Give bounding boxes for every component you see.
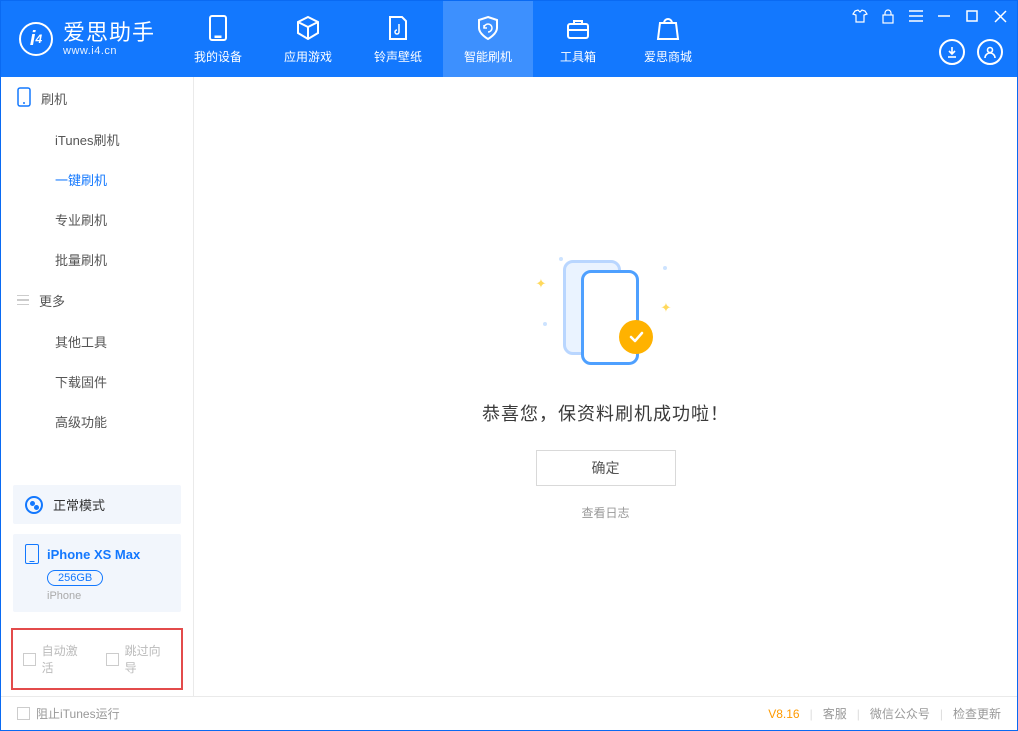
- section-label: 刷机: [41, 89, 67, 108]
- highlighted-checkbox-row: 自动激活 跳过向导: [11, 628, 183, 690]
- app-subtitle: www.i4.cn: [63, 45, 155, 57]
- sidebar-item-other-tools[interactable]: 其他工具: [1, 321, 193, 361]
- list-icon: [17, 295, 29, 306]
- check-update-link[interactable]: 检查更新: [953, 705, 1001, 722]
- nav-label: 工具箱: [560, 48, 596, 65]
- main-content: ✦ ✦ 恭喜您，保资料刷机成功啦！ 确定 查看日志: [194, 77, 1017, 696]
- device-storage-badge: 256GB: [47, 570, 103, 586]
- nav-label: 爱思商城: [644, 48, 692, 65]
- nav-toolbox[interactable]: 工具箱: [533, 1, 623, 77]
- checkbox-icon: [17, 707, 30, 720]
- toolbox-icon: [564, 14, 592, 42]
- success-illustration: ✦ ✦: [531, 252, 681, 372]
- checkbox-label: 跳过向导: [125, 642, 171, 676]
- logo-block: i4 爱思助手 www.i4.cn: [1, 1, 173, 77]
- tshirt-icon[interactable]: [851, 7, 869, 25]
- checkbox-icon: [23, 653, 36, 666]
- nav-label: 智能刷机: [464, 48, 512, 65]
- sparkle-icon: ✦: [536, 276, 547, 292]
- user-icon[interactable]: [977, 39, 1003, 65]
- checkbox-label: 自动激活: [42, 642, 88, 676]
- close-icon[interactable]: [991, 7, 1009, 25]
- app-title: 爱思助手: [63, 21, 155, 45]
- nav-label: 铃声壁纸: [374, 48, 422, 65]
- checkbox-label: 阻止iTunes运行: [36, 705, 120, 722]
- menu-icon[interactable]: [907, 7, 925, 25]
- header: i4 爱思助手 www.i4.cn 我的设备 应用游戏 铃声壁纸 智能刷机: [1, 1, 1017, 77]
- device-name: iPhone XS Max: [47, 547, 140, 562]
- checkbox-auto-activate[interactable]: 自动激活: [23, 642, 88, 676]
- success-message: 恭喜您，保资料刷机成功啦！: [482, 400, 729, 426]
- section-label: 更多: [39, 291, 65, 310]
- checkbox-skip-guide[interactable]: 跳过向导: [106, 642, 171, 676]
- header-right-icons: [939, 39, 1003, 65]
- mode-icon: [25, 496, 43, 514]
- device-type: iPhone: [47, 590, 169, 602]
- statusbar: 阻止iTunes运行 V8.16 | 客服 | 微信公众号 | 检查更新: [1, 696, 1017, 730]
- minimize-icon[interactable]: [935, 7, 953, 25]
- sidebar: 刷机 iTunes刷机 一键刷机 专业刷机 批量刷机 更多 其他工具 下载固件 …: [1, 77, 194, 696]
- ok-button[interactable]: 确定: [536, 450, 676, 486]
- phone-icon: [17, 87, 31, 110]
- logo-icon: i4: [19, 22, 53, 56]
- wechat-link[interactable]: 微信公众号: [870, 705, 930, 722]
- cube-icon: [294, 14, 322, 42]
- view-log-link[interactable]: 查看日志: [581, 504, 629, 521]
- mode-label: 正常模式: [53, 495, 105, 514]
- music-file-icon: [384, 14, 412, 42]
- app-window: i4 爱思助手 www.i4.cn 我的设备 应用游戏 铃声壁纸 智能刷机: [0, 0, 1018, 731]
- sidebar-item-batch-flash[interactable]: 批量刷机: [1, 239, 193, 279]
- lock-icon[interactable]: [879, 7, 897, 25]
- nav-smart-flash[interactable]: 智能刷机: [443, 1, 533, 77]
- mode-panel[interactable]: 正常模式: [13, 485, 181, 524]
- sidebar-section-more: 更多: [1, 279, 193, 321]
- nav-apps-games[interactable]: 应用游戏: [263, 1, 353, 77]
- shield-refresh-icon: [474, 14, 502, 42]
- device-icon: [204, 14, 232, 42]
- checkbox-block-itunes[interactable]: 阻止iTunes运行: [17, 705, 120, 722]
- nav-store[interactable]: 爱思商城: [623, 1, 713, 77]
- maximize-icon[interactable]: [963, 7, 981, 25]
- titlebar-controls: [851, 7, 1009, 25]
- sidebar-item-download-firmware[interactable]: 下载固件: [1, 361, 193, 401]
- sidebar-section-flash: 刷机: [1, 77, 193, 119]
- nav-my-device[interactable]: 我的设备: [173, 1, 263, 77]
- support-link[interactable]: 客服: [823, 705, 847, 722]
- body: 刷机 iTunes刷机 一键刷机 专业刷机 批量刷机 更多 其他工具 下载固件 …: [1, 77, 1017, 696]
- device-panel[interactable]: iPhone XS Max 256GB iPhone: [13, 534, 181, 612]
- download-icon[interactable]: [939, 39, 965, 65]
- version-label: V8.16: [768, 707, 799, 721]
- sidebar-item-itunes-flash[interactable]: iTunes刷机: [1, 119, 193, 159]
- bag-icon: [654, 14, 682, 42]
- check-badge-icon: [619, 320, 653, 354]
- top-nav: 我的设备 应用游戏 铃声壁纸 智能刷机 工具箱 爱思商城: [173, 1, 713, 77]
- checkbox-icon: [106, 653, 119, 666]
- sidebar-item-one-click-flash[interactable]: 一键刷机: [1, 159, 193, 199]
- device-icon: [25, 544, 39, 564]
- sparkle-icon: ✦: [661, 300, 672, 316]
- nav-ringtones[interactable]: 铃声壁纸: [353, 1, 443, 77]
- sidebar-item-pro-flash[interactable]: 专业刷机: [1, 199, 193, 239]
- nav-label: 我的设备: [194, 48, 242, 65]
- sidebar-item-advanced[interactable]: 高级功能: [1, 401, 193, 441]
- nav-label: 应用游戏: [284, 48, 332, 65]
